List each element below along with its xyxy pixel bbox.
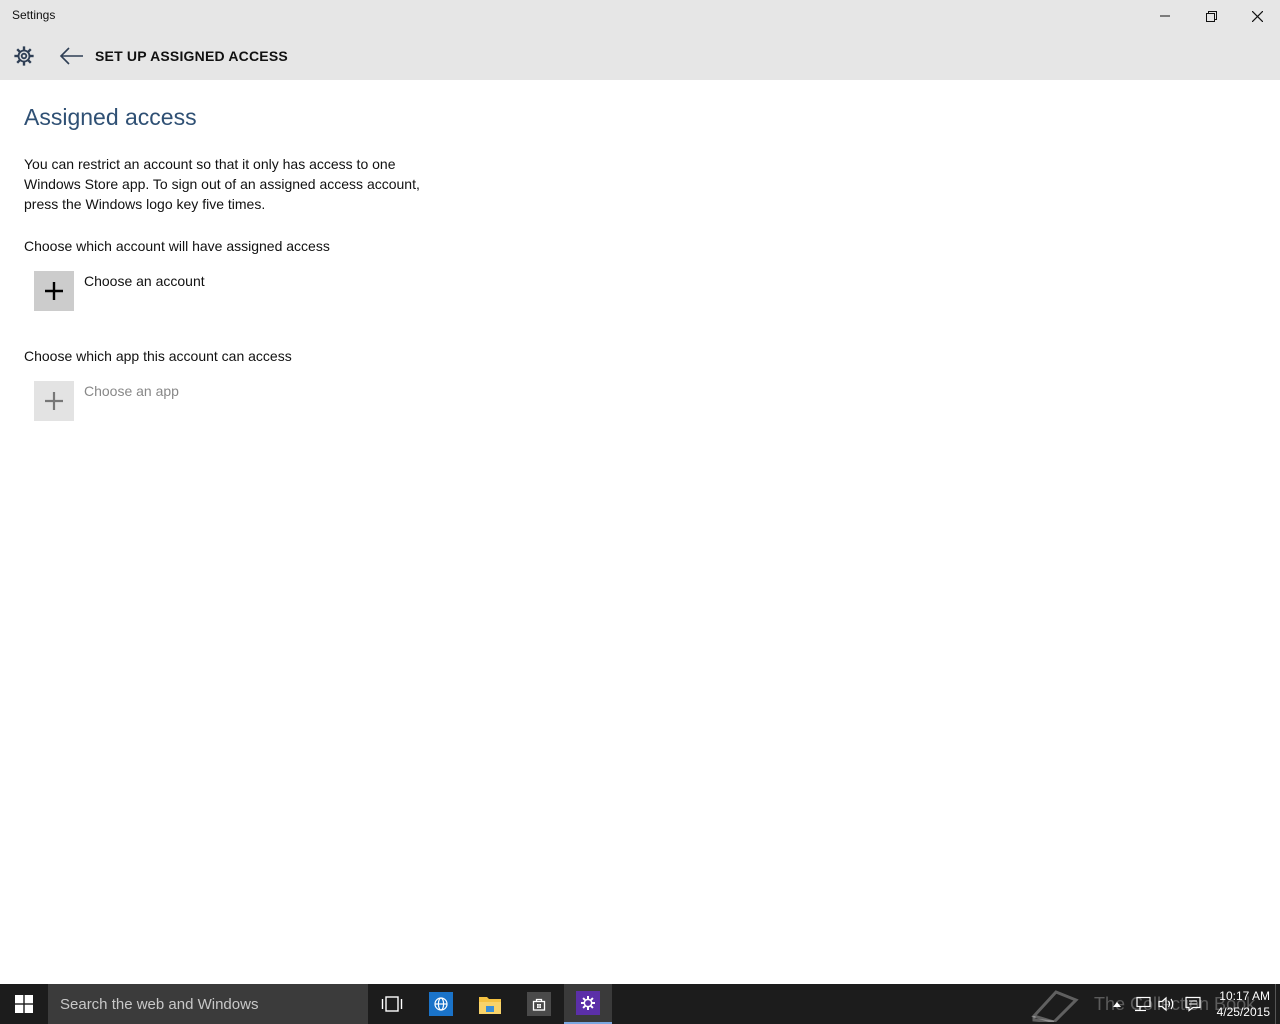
window-title: Settings xyxy=(12,8,56,22)
close-button[interactable] xyxy=(1234,0,1280,32)
notification-icon xyxy=(1185,996,1201,1012)
store-bag-icon xyxy=(527,992,551,1016)
close-icon xyxy=(1251,10,1263,22)
choose-account-label[interactable]: Choose an account xyxy=(84,273,205,289)
network-icon xyxy=(1135,996,1151,1012)
description-text: You can restrict an account so that it o… xyxy=(24,156,420,212)
account-section-label: Choose which account will have assigned … xyxy=(24,238,330,254)
browser-icon xyxy=(429,992,453,1016)
restore-button[interactable] xyxy=(1188,0,1234,32)
plus-icon xyxy=(45,282,63,300)
back-arrow-icon[interactable] xyxy=(58,44,86,68)
app-section-label: Choose which app this account can access xyxy=(24,348,292,364)
show-hidden-icons-button[interactable] xyxy=(1108,984,1126,1024)
choose-app-button[interactable] xyxy=(34,381,74,421)
minimize-icon xyxy=(1160,15,1170,17)
action-center-button[interactable] xyxy=(1182,984,1204,1024)
choose-app-label[interactable]: Choose an app xyxy=(84,383,179,399)
volume-button[interactable] xyxy=(1156,984,1178,1024)
windows-logo-icon xyxy=(15,995,33,1013)
taskbar-settings-button[interactable] xyxy=(564,984,612,1024)
choose-account-button[interactable] xyxy=(34,271,74,311)
section-heading: Assigned access xyxy=(24,104,197,130)
taskbar-search-box[interactable]: Search the web and Windows xyxy=(48,984,368,1024)
chevron-up-icon xyxy=(1113,1002,1121,1007)
book-icon xyxy=(1031,990,1079,1022)
page-title: SET UP ASSIGNED ACCESS xyxy=(95,48,288,64)
folder-icon xyxy=(479,997,501,1014)
taskbar: Search the web and Windows The Collectio… xyxy=(0,984,1280,1024)
settings-gear-icon xyxy=(576,991,600,1015)
task-view-icon xyxy=(381,996,403,1012)
taskbar-browser-button[interactable] xyxy=(417,984,465,1024)
clock[interactable]: 10:17 AM 4/25/2015 xyxy=(1208,988,1270,1020)
clock-date: 4/25/2015 xyxy=(1216,1005,1270,1019)
speaker-icon xyxy=(1158,996,1174,1012)
network-button[interactable] xyxy=(1132,984,1154,1024)
start-button[interactable] xyxy=(0,984,48,1024)
title-bar: Settings xyxy=(0,0,1280,32)
search-placeholder: Search the web and Windows xyxy=(60,996,259,1013)
task-view-button[interactable] xyxy=(368,984,416,1024)
nav-bar: SET UP ASSIGNED ACCESS xyxy=(0,32,1280,80)
gear-icon[interactable] xyxy=(12,45,36,67)
taskbar-store-button[interactable] xyxy=(515,984,563,1024)
restore-icon xyxy=(1205,10,1217,22)
taskbar-file-explorer-button[interactable] xyxy=(466,984,514,1024)
clock-time: 10:17 AM xyxy=(1219,989,1270,1003)
minimize-button[interactable] xyxy=(1142,0,1188,32)
show-desktop-button[interactable] xyxy=(1275,984,1276,1024)
plus-icon xyxy=(45,392,63,410)
